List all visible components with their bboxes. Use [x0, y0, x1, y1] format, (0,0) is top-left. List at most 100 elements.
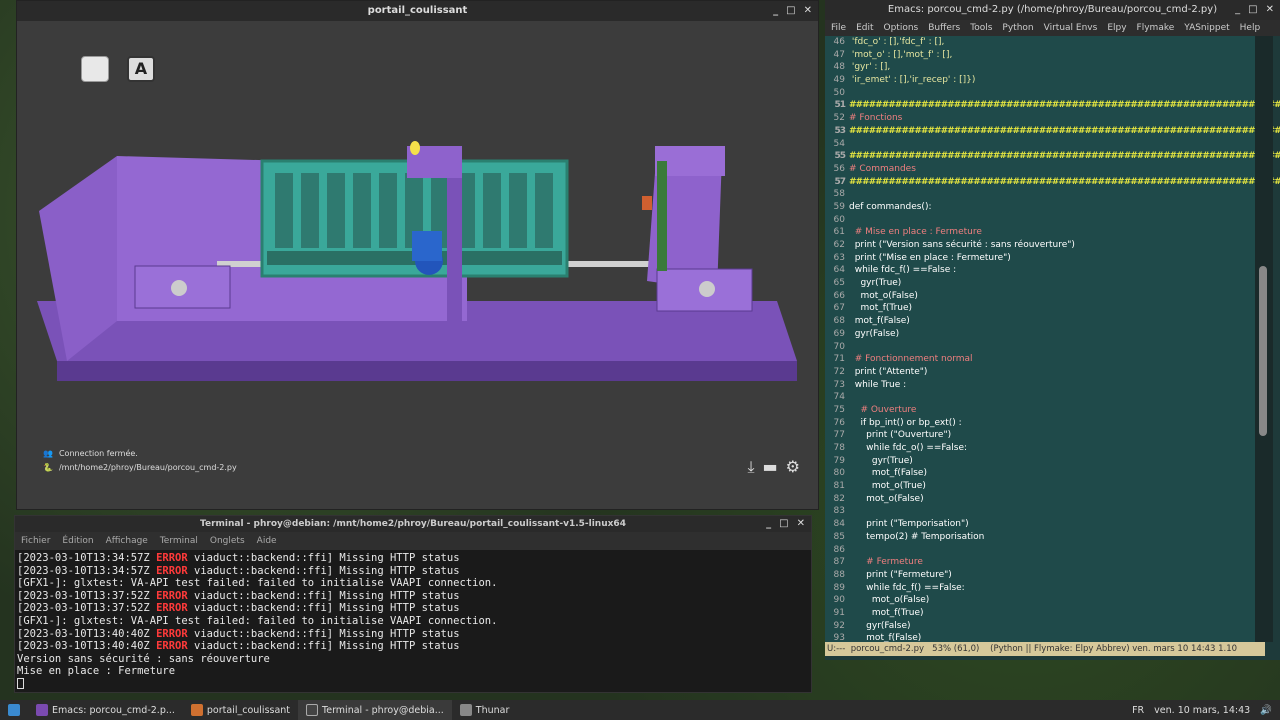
code-line[interactable]: 47 'mot_o' : [],'mot_f' : [],: [825, 49, 1255, 62]
terminal-menu-item[interactable]: Affichage: [106, 536, 148, 546]
code-line[interactable]: 91 mot_f(True): [825, 607, 1255, 620]
code-line[interactable]: 65 gyr(True): [825, 277, 1255, 290]
emacs-menu-tools[interactable]: Tools: [970, 23, 992, 33]
folder-icon[interactable]: ▬: [763, 457, 778, 477]
code-line[interactable]: 64 while fdc_f() ==False :: [825, 264, 1255, 277]
terminal-text: viaduct::backend::ffi] Missing HTTP stat…: [187, 640, 460, 653]
minimize-icon[interactable]: _: [1235, 0, 1240, 20]
close-icon[interactable]: ✕: [1266, 0, 1274, 20]
close-icon[interactable]: ✕: [804, 1, 812, 21]
code-line[interactable]: 71 # Fonctionnement normal: [825, 353, 1255, 366]
code-line[interactable]: 62 print ("Version sans sécurité : sans …: [825, 239, 1255, 252]
task-thunar[interactable]: Thunar: [452, 700, 518, 720]
blank-toggle-button[interactable]: [81, 56, 109, 82]
code-buffer[interactable]: 46 'fdc_o' : [],'fdc_f' : [], 47 'mot_o' …: [825, 36, 1280, 643]
code-text: mot_o(False): [849, 595, 930, 606]
code-line[interactable]: 70: [825, 341, 1255, 354]
task-emacs[interactable]: Emacs: porcou_cmd-2.p...: [28, 700, 183, 720]
code-line[interactable]: 90 mot_o(False): [825, 594, 1255, 607]
code-line[interactable]: 60: [825, 214, 1255, 227]
terminal-menu-item[interactable]: Fichier: [21, 536, 50, 546]
viewer-titlebar[interactable]: portail_coulissant _ □ ✕: [17, 1, 818, 21]
code-line[interactable]: 50: [825, 87, 1255, 100]
code-line[interactable]: 80 mot_f(False): [825, 467, 1255, 480]
code-line[interactable]: 81 mot_o(True): [825, 480, 1255, 493]
emacs-menu-options[interactable]: Options: [884, 23, 919, 33]
a-button[interactable]: A: [127, 56, 155, 82]
emacs-menu-yasnippet[interactable]: YASnippet: [1184, 23, 1229, 33]
minimize-icon[interactable]: _: [773, 1, 778, 21]
emacs-titlebar[interactable]: Emacs: porcou_cmd-2.py (/home/phroy/Bure…: [825, 0, 1280, 20]
close-icon[interactable]: ✕: [797, 516, 805, 532]
code-line[interactable]: 63 print ("Mise en place : Fermeture"): [825, 252, 1255, 265]
terminal-menu-item[interactable]: Terminal: [160, 536, 198, 546]
code-line[interactable]: 83: [825, 505, 1255, 518]
emacs-menu-edit[interactable]: Edit: [856, 23, 873, 33]
terminal-menu-item[interactable]: Édition: [62, 536, 93, 546]
code-line[interactable]: 67 mot_f(True): [825, 302, 1255, 315]
line-number: 64: [833, 265, 845, 276]
code-line[interactable]: 89 while fdc_f() ==False:: [825, 582, 1255, 595]
emacs-menu-virtual-envs[interactable]: Virtual Envs: [1044, 23, 1098, 33]
task-viewer[interactable]: portail_coulissant: [183, 700, 298, 720]
terminal-titlebar[interactable]: Terminal - phroy@debian: /mnt/home2/phro…: [15, 516, 811, 532]
emacs-menu-file[interactable]: File: [831, 23, 846, 33]
code-line[interactable]: 79 gyr(True): [825, 455, 1255, 468]
emacs-menu-help[interactable]: Help: [1240, 23, 1261, 33]
code-line[interactable]: 57 ######################################…: [825, 176, 1280, 189]
code-line[interactable]: 77 print ("Ouverture"): [825, 429, 1255, 442]
scroll-thumb[interactable]: [1259, 266, 1267, 436]
emacs-menu-elpy[interactable]: Elpy: [1107, 23, 1126, 33]
code-line[interactable]: 78 while fdc_o() ==False:: [825, 442, 1255, 455]
emacs-icon: [36, 704, 48, 716]
code-line[interactable]: 69 gyr(False): [825, 328, 1255, 341]
download-icon[interactable]: ⤓: [747, 457, 754, 477]
code-line[interactable]: 88 print ("Fermeture"): [825, 569, 1255, 582]
code-line[interactable]: 73 while True :: [825, 379, 1255, 392]
code-line[interactable]: 52 # Fonctions: [825, 112, 1255, 125]
code-line[interactable]: 72 print ("Attente"): [825, 366, 1255, 379]
code-line[interactable]: 92 gyr(False): [825, 620, 1255, 633]
app-menu-button[interactable]: [0, 700, 28, 720]
code-line[interactable]: 68 mot_f(False): [825, 315, 1255, 328]
maximize-icon[interactable]: □: [1248, 0, 1257, 20]
emacs-menu-buffers[interactable]: Buffers: [928, 23, 960, 33]
code-line[interactable]: 59 def commandes():: [825, 201, 1255, 214]
code-line[interactable]: 56 # Commandes: [825, 163, 1255, 176]
code-line[interactable]: 85 tempo(2) # Temporisation: [825, 531, 1255, 544]
code-line[interactable]: 61 # Mise en place : Fermeture: [825, 226, 1255, 239]
code-line[interactable]: 49 'ir_emet' : [],'ir_recep' : []}): [825, 74, 1255, 87]
emacs-menu-flymake[interactable]: Flymake: [1137, 23, 1175, 33]
clock[interactable]: ven. 10 mars, 14:43: [1154, 705, 1250, 716]
code-line[interactable]: 54: [825, 138, 1255, 151]
code-line[interactable]: 48 'gyr' : [],: [825, 61, 1255, 74]
language-indicator[interactable]: FR: [1132, 705, 1144, 716]
terminal-output[interactable]: [2023-03-10T13:34:57Z ERROR viaduct::bac…: [15, 550, 811, 693]
code-line[interactable]: 87 # Fermeture: [825, 556, 1255, 569]
code-line[interactable]: 86: [825, 544, 1255, 557]
maximize-icon[interactable]: □: [786, 1, 795, 21]
code-line[interactable]: 76 if bp_int() or bp_ext() :: [825, 417, 1255, 430]
code-line[interactable]: 74: [825, 391, 1255, 404]
emacs-scrollbar[interactable]: [1255, 36, 1273, 642]
code-line[interactable]: 82 mot_o(False): [825, 493, 1255, 506]
code-line[interactable]: 75 # Ouverture: [825, 404, 1255, 417]
terminal-menu-item[interactable]: Onglets: [210, 536, 245, 546]
terminal-menu-item[interactable]: Aide: [257, 536, 277, 546]
code-line[interactable]: 53 ######################################…: [825, 125, 1280, 138]
code-line[interactable]: 84 print ("Temporisation"): [825, 518, 1255, 531]
emacs-menu-python[interactable]: Python: [1002, 23, 1033, 33]
code-line[interactable]: 55 ######################################…: [825, 150, 1280, 163]
code-line[interactable]: 46 'fdc_o' : [],'fdc_f' : [],: [825, 36, 1255, 49]
volume-icon[interactable]: 🔊: [1260, 705, 1272, 716]
code-line[interactable]: 58: [825, 188, 1255, 201]
minimize-icon[interactable]: _: [766, 516, 771, 532]
3d-viewport[interactable]: A 👥 Connection fermée. 🐍 /mnt/home2/phro…: [17, 21, 818, 509]
code-line[interactable]: 66 mot_o(False): [825, 290, 1255, 303]
task-terminal[interactable]: Terminal - phroy@debia...: [298, 700, 452, 720]
code-line[interactable]: 51 ######################################…: [825, 99, 1280, 112]
terminal-prompt[interactable]: [17, 678, 809, 691]
maximize-icon[interactable]: □: [779, 516, 788, 532]
line-number: 63: [833, 252, 845, 263]
gear-icon[interactable]: ⚙: [786, 457, 800, 477]
